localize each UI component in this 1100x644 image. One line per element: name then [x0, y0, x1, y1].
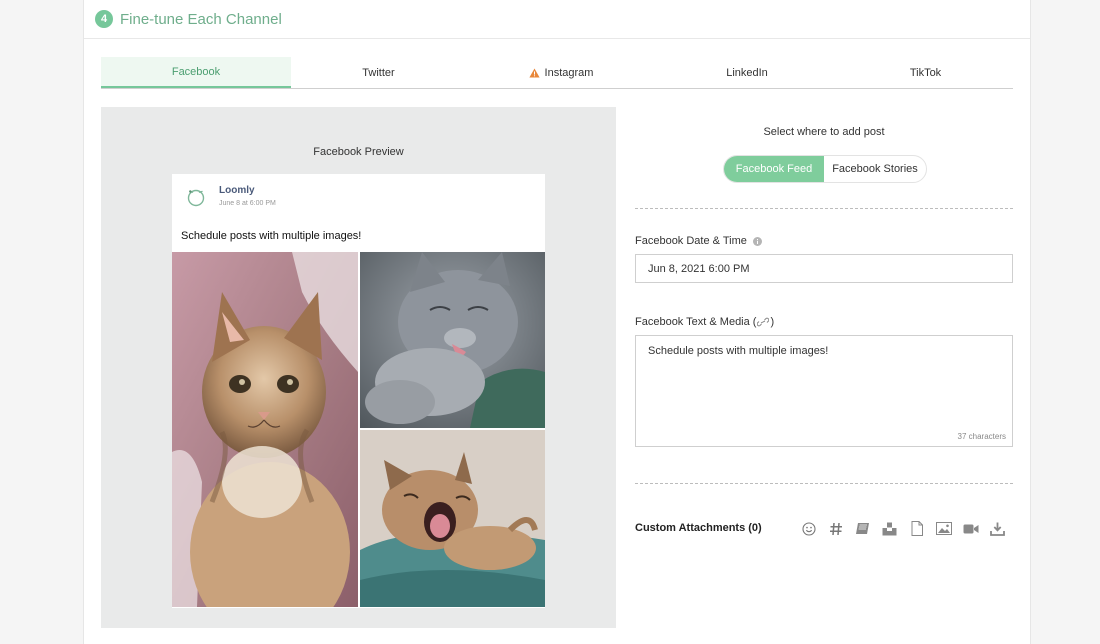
placement-toggle: Facebook Feed Facebook Stories	[723, 155, 927, 183]
text-field-label-text: Facebook Text & Media (	[635, 316, 757, 328]
character-count: 37 characters	[957, 432, 1006, 441]
post-text-area[interactable]: Schedule posts with multiple images! 37 …	[635, 335, 1013, 447]
custom-attachments-label: Custom Attachments (0)	[635, 522, 762, 534]
facebook-post-card: Loomly June 8 at 6:00 PM Schedule posts …	[172, 174, 545, 608]
step-header: 4 Fine-tune Each Channel	[84, 0, 1030, 39]
link-icon[interactable]	[757, 317, 770, 327]
emoji-icon[interactable]	[799, 520, 818, 537]
tab-linkedin[interactable]: LinkedIn	[656, 57, 838, 88]
image-icon[interactable]	[934, 520, 953, 537]
facebook-stories-option[interactable]: Facebook Stories	[824, 156, 926, 182]
post-date: June 8 at 6:00 PM	[219, 200, 276, 207]
text-field-label: Facebook Text & Media ( )	[635, 316, 774, 328]
date-field-label-text: Facebook Date & Time	[635, 235, 747, 247]
info-icon[interactable]	[752, 236, 762, 246]
facebook-feed-option[interactable]: Facebook Feed	[724, 156, 824, 182]
tab-label: TikTok	[909, 66, 942, 79]
document-icon[interactable]	[907, 520, 926, 537]
facebook-preview-panel: Facebook Preview Loomly June 8 at 6:00 P…	[101, 107, 616, 628]
channel-tabs: Facebook Twitter Instagram LinkedIn TikT…	[101, 57, 1013, 89]
attachment-toolbar	[799, 520, 1007, 537]
post-image-kitten-yawning	[360, 430, 545, 607]
channel-panel: 4 Fine-tune Each Channel Facebook Twitte…	[83, 0, 1031, 644]
post-text: Schedule posts with multiple images!	[181, 230, 362, 242]
divider	[635, 208, 1013, 209]
tab-label: LinkedIn	[726, 66, 768, 79]
tab-label: Twitter	[362, 66, 395, 79]
tab-tiktok[interactable]: TikTok	[838, 57, 1013, 88]
step-title: Fine-tune Each Channel	[120, 10, 282, 28]
divider	[635, 483, 1013, 484]
post-image-kitten-portrait	[172, 252, 358, 607]
post-author: Loomly	[219, 185, 255, 196]
tab-facebook[interactable]: Facebook	[101, 57, 291, 88]
video-icon[interactable]	[961, 520, 980, 537]
text-field-label-end: )	[770, 316, 775, 328]
inbox-icon[interactable]	[880, 520, 899, 537]
tab-label: Facebook	[171, 65, 221, 78]
warning-icon	[528, 68, 540, 78]
preview-title: Facebook Preview	[313, 146, 404, 158]
tab-twitter[interactable]: Twitter	[291, 57, 466, 88]
download-icon[interactable]	[988, 520, 1007, 537]
library-icon[interactable]	[853, 520, 872, 537]
placement-label: Select where to add post	[763, 126, 885, 138]
date-field-label: Facebook Date & Time	[635, 235, 762, 247]
step-number-badge: 4	[95, 10, 113, 28]
tab-instagram[interactable]: Instagram	[466, 57, 656, 88]
post-image-gray-cat	[360, 252, 545, 428]
post-text-value: Schedule posts with multiple images!	[648, 345, 829, 357]
hashtag-icon[interactable]	[826, 520, 845, 537]
tab-label: Instagram	[544, 66, 594, 79]
date-time-input[interactable]: Jun 8, 2021 6:00 PM	[635, 254, 1013, 283]
avatar	[186, 187, 206, 207]
